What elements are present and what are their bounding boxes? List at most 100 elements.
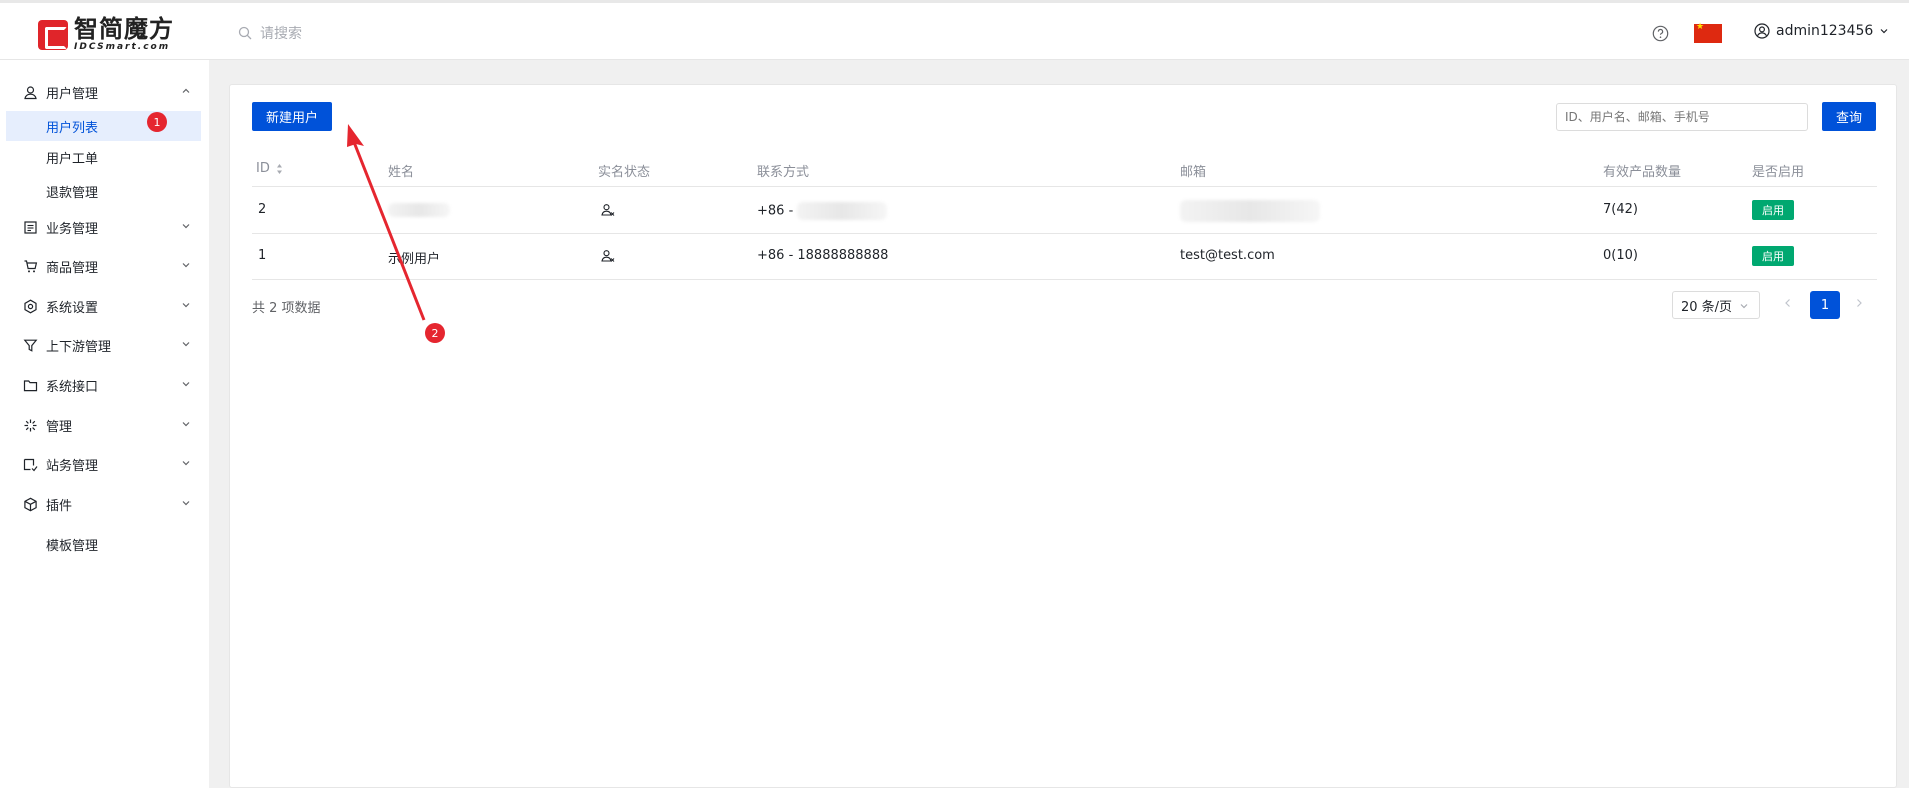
china-flag-icon[interactable]: [1694, 22, 1722, 43]
total-count: 共 2 项数据: [252, 301, 321, 316]
unverified-user-icon: [601, 203, 615, 221]
sidebar-item-label: 上下游管理: [46, 339, 112, 355]
sidebar-item-label: 业务管理: [46, 221, 99, 237]
sidebar-item-plugins[interactable]: 插件: [0, 487, 209, 521]
sidebar-item-label: 用户管理: [46, 86, 99, 102]
sidebar-item-label: 用户工单: [46, 151, 99, 167]
sidebar: 用户管理 用户列表 用户工单 退款管理 业务管理 商品管理 系统设置 上下游管理…: [0, 60, 209, 788]
sidebar-item-system-interface[interactable]: 系统接口: [0, 368, 209, 402]
column-header-enabled: 是否启用: [1752, 165, 1805, 180]
username: admin123456: [1776, 23, 1874, 39]
brand-logo[interactable]: 智简魔方 IDCSmart.com: [38, 17, 174, 52]
brand-name: 智简魔方: [74, 15, 174, 43]
page-number-current[interactable]: 1: [1810, 291, 1840, 319]
new-user-button[interactable]: 新建用户: [252, 102, 332, 131]
cell-active-products: 7(42): [1603, 202, 1638, 217]
sidebar-item-refunds[interactable]: 退款管理: [6, 176, 201, 206]
query-button[interactable]: 查询: [1822, 102, 1876, 131]
column-header-contact: 联系方式: [757, 165, 810, 180]
table-header: ID 姓名 实名状态 联系方式 邮箱 有效产品数量 是否启用: [252, 151, 1877, 187]
sidebar-item-label: 商品管理: [46, 260, 99, 276]
sidebar-item-management[interactable]: 管理: [0, 408, 209, 442]
sort-icon[interactable]: [276, 162, 283, 176]
sidebar-item-label: 系统设置: [46, 300, 99, 316]
chevron-down-icon: [182, 382, 190, 387]
chevron-down-icon: [1880, 29, 1888, 34]
chevron-down-icon: [182, 224, 190, 229]
question-circle-icon[interactable]: [1652, 25, 1669, 46]
user-icon: [22, 84, 38, 100]
cell-id: 2: [258, 202, 267, 217]
user-list-card: 新建用户 查询 ID 姓名 实名状态 联系方式 邮箱 有效产品数量 是否启用 2…: [229, 84, 1897, 788]
sidebar-item-label: 管理: [46, 419, 73, 435]
cart-icon: [22, 258, 38, 274]
sidebar-item-user-list[interactable]: 用户列表: [6, 111, 201, 141]
chevron-down-icon: [182, 461, 190, 466]
table-row[interactable]: 1 示例用户 +86 - 18888888888 test@test.com 0…: [252, 234, 1877, 280]
redacted-email: [1180, 200, 1320, 222]
chevron-down-icon: [182, 422, 190, 427]
logo-icon: [38, 19, 68, 50]
cell-name[interactable]: 示例用户: [388, 248, 440, 267]
sidebar-item-products[interactable]: 商品管理: [0, 249, 209, 283]
sidebar-item-label: 用户列表: [46, 120, 99, 136]
cell-active-products: 0(10): [1603, 248, 1638, 263]
chevron-down-icon: [1740, 304, 1748, 309]
prev-page-button[interactable]: [1783, 297, 1793, 313]
filter-icon: [22, 337, 38, 353]
list-icon: [22, 219, 38, 235]
top-bar: 智简魔方 IDCSmart.com 请搜索 admin123456: [0, 0, 1909, 60]
search-icon: [238, 26, 252, 40]
column-header-name: 姓名: [388, 165, 415, 180]
cell-id: 1: [258, 248, 267, 263]
user-filter-input[interactable]: [1556, 103, 1808, 131]
sidebar-item-upstream-downstream[interactable]: 上下游管理: [0, 328, 209, 362]
redacted-name: [388, 202, 450, 217]
sidebar-item-label: 插件: [46, 498, 73, 514]
sidebar-item-station-management[interactable]: 站务管理: [0, 447, 209, 481]
sidebar-item-user-tickets[interactable]: 用户工单: [6, 142, 201, 172]
column-header-id[interactable]: ID: [256, 161, 283, 176]
status-badge[interactable]: 启用: [1752, 246, 1794, 266]
column-header-verification: 实名状态: [598, 165, 651, 180]
redacted-phone: [797, 202, 888, 220]
cell-email: test@test.com: [1180, 248, 1275, 263]
chevron-right-icon: [1857, 299, 1862, 307]
sidebar-item-templates[interactable]: 模板管理: [6, 529, 201, 559]
status-badge[interactable]: 启用: [1752, 200, 1794, 220]
global-search[interactable]: 请搜索: [238, 23, 302, 43]
user-circle-icon: [1754, 23, 1770, 39]
sparkle-icon: [22, 417, 38, 433]
annotation-marker: 1: [147, 112, 167, 132]
sidebar-item-label: 模板管理: [46, 538, 99, 554]
cell-contact: +86 - 18888888888: [757, 248, 889, 263]
sidebar-item-system-settings[interactable]: 系统设置: [0, 289, 209, 323]
column-header-active-products: 有效产品数量: [1603, 165, 1682, 180]
cell-email: [1180, 200, 1320, 222]
station-icon: [22, 456, 38, 472]
chevron-down-icon: [182, 263, 190, 268]
chevron-up-icon: [182, 88, 190, 93]
sidebar-item-user-management[interactable]: 用户管理: [0, 75, 209, 109]
user-menu[interactable]: admin123456: [1754, 23, 1889, 39]
package-icon: [22, 496, 38, 512]
chevron-down-icon: [182, 303, 190, 308]
chevron-left-icon: [1785, 299, 1790, 307]
cell-contact: +86 -: [757, 202, 888, 220]
table-row[interactable]: 2 +86 - 7(42) 启用: [252, 188, 1877, 234]
sidebar-item-label: 站务管理: [46, 458, 99, 474]
page-size-select[interactable]: 20 条/页: [1672, 291, 1760, 319]
folder-icon: [22, 377, 38, 393]
column-header-email: 邮箱: [1180, 165, 1207, 180]
settings-icon: [22, 298, 38, 314]
next-page-button[interactable]: [1854, 297, 1864, 313]
unverified-user-icon: [601, 249, 615, 267]
sidebar-item-label: 退款管理: [46, 185, 99, 201]
sidebar-item-business[interactable]: 业务管理: [0, 210, 209, 244]
page-size-value: 20 条/页: [1681, 299, 1733, 315]
brand-domain: IDCSmart.com: [74, 42, 171, 52]
sidebar-item-label: 系统接口: [46, 379, 99, 395]
cell-name: [388, 202, 450, 217]
chevron-down-icon: [182, 342, 190, 347]
chevron-down-icon: [182, 501, 190, 506]
